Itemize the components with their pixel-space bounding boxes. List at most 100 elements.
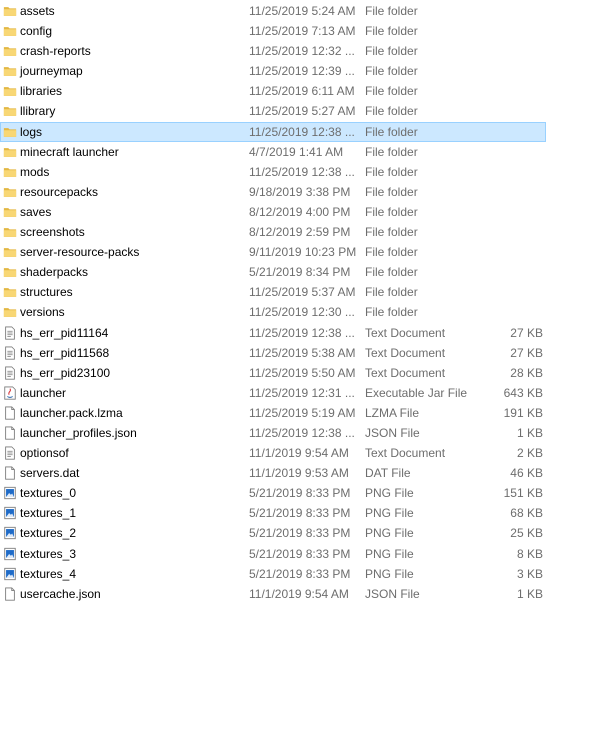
blank-file-icon (3, 466, 17, 480)
file-type: DAT File (365, 466, 411, 481)
file-type: JSON File (365, 425, 420, 440)
file-name: minecraft launcher (20, 144, 119, 159)
file-row[interactable]: resourcepacks 9/18/2019 3:38 PM File fol… (0, 182, 546, 202)
png-image-icon (3, 567, 17, 581)
file-row[interactable]: assets 11/25/2019 5:24 AM File folder (0, 1, 546, 21)
folder-icon (3, 165, 17, 179)
file-date-modified: 5/21/2019 8:33 PM (249, 566, 351, 581)
file-name: servers.dat (20, 466, 80, 481)
file-date-modified: 11/1/2019 9:53 AM (249, 466, 349, 481)
file-size: 1 KB (516, 586, 543, 601)
file-row[interactable]: saves 8/12/2019 4:00 PM File folder (0, 202, 546, 222)
file-name: launcher (20, 385, 67, 400)
file-date-modified: 11/25/2019 12:38 ... (249, 325, 355, 340)
file-size: 46 KB (510, 466, 543, 481)
file-name: versions (20, 305, 65, 320)
file-row[interactable]: config 11/25/2019 7:13 AM File folder (0, 21, 546, 41)
file-row[interactable]: textures_0 5/21/2019 8:33 PM PNG File 15… (0, 483, 546, 503)
file-date-modified: 5/21/2019 8:33 PM (249, 486, 351, 501)
file-row[interactable]: servers.dat 11/1/2019 9:53 AM DAT File 4… (0, 463, 546, 483)
file-row[interactable]: textures_4 5/21/2019 8:33 PM PNG File 3 … (0, 564, 546, 584)
file-date-modified: 11/25/2019 5:19 AM (249, 405, 356, 420)
folder-icon (3, 185, 17, 199)
file-name: config (20, 24, 53, 39)
file-row[interactable]: versions 11/25/2019 12:30 ... File folde… (0, 302, 546, 322)
file-name: logs (20, 124, 43, 139)
file-name: hs_err_pid11164 (20, 325, 109, 340)
file-type: File folder (365, 245, 418, 260)
folder-icon (3, 4, 17, 18)
file-name: assets (20, 4, 55, 18)
file-row[interactable]: launcher_profiles.json 11/25/2019 12:38 … (0, 423, 546, 443)
file-size: 191 KB (503, 405, 543, 420)
file-row[interactable]: usercache.json 11/1/2019 9:54 AM JSON Fi… (0, 584, 546, 604)
file-row[interactable]: optionsof 11/1/2019 9:54 AM Text Documen… (0, 443, 546, 463)
file-date-modified: 11/25/2019 5:24 AM (249, 4, 356, 18)
file-row[interactable]: hs_err_pid11568 11/25/2019 5:38 AM Text … (0, 343, 546, 363)
text-document-icon (3, 446, 17, 460)
file-row[interactable]: libraries 11/25/2019 6:11 AM File folder (0, 81, 546, 101)
file-size: 151 KB (503, 486, 543, 501)
file-type: File folder (365, 44, 418, 59)
file-type: Text Document (365, 446, 446, 461)
file-row[interactable]: minecraft launcher 4/7/2019 1:41 AM File… (0, 142, 546, 162)
file-type: PNG File (365, 506, 414, 521)
folder-icon (3, 24, 17, 38)
folder-icon (3, 125, 17, 139)
file-name: launcher.pack.lzma (20, 405, 123, 420)
file-date-modified: 9/11/2019 10:23 PM (249, 245, 357, 260)
file-row[interactable]: mods 11/25/2019 12:38 ... File folder (0, 162, 546, 182)
file-date-modified: 11/25/2019 7:13 AM (249, 24, 356, 39)
file-type: File folder (365, 144, 418, 159)
file-type: File folder (365, 265, 418, 280)
folder-icon (3, 44, 17, 58)
file-row[interactable]: structures 11/25/2019 5:37 AM File folde… (0, 282, 546, 302)
file-row[interactable]: hs_err_pid23100 11/25/2019 5:50 AM Text … (0, 363, 546, 383)
file-row[interactable]: textures_1 5/21/2019 8:33 PM PNG File 68… (0, 503, 546, 523)
blank-file-icon (3, 587, 17, 601)
file-row[interactable]: hs_err_pid11164 11/25/2019 12:38 ... Tex… (0, 323, 546, 343)
text-document-icon (3, 366, 17, 380)
file-date-modified: 5/21/2019 8:33 PM (249, 546, 351, 561)
file-row[interactable]: llibrary 11/25/2019 5:27 AM File folder (0, 101, 546, 121)
file-date-modified: 11/25/2019 5:38 AM (249, 345, 356, 360)
file-name: shaderpacks (20, 265, 89, 280)
file-name: textures_2 (20, 526, 77, 541)
file-row[interactable]: shaderpacks 5/21/2019 8:34 PM File folde… (0, 262, 546, 282)
file-row[interactable]: launcher 11/25/2019 12:31 ... Executable… (0, 383, 546, 403)
file-size: 2 KB (516, 446, 543, 461)
file-size: 27 KB (510, 345, 543, 360)
file-row[interactable]: textures_2 5/21/2019 8:33 PM PNG File 25… (0, 523, 546, 543)
png-image-icon (3, 547, 17, 561)
file-row[interactable]: logs 11/25/2019 12:38 ... File folder (0, 121, 546, 142)
file-name: textures_4 (20, 566, 77, 581)
file-date-modified: 11/25/2019 6:11 AM (249, 84, 355, 99)
file-date-modified: 5/21/2019 8:33 PM (249, 526, 351, 541)
file-row[interactable]: crash-reports 11/25/2019 12:32 ... File … (0, 41, 546, 61)
file-type: File folder (365, 184, 418, 199)
file-row[interactable]: textures_3 5/21/2019 8:33 PM PNG File 8 … (0, 544, 546, 564)
file-row[interactable]: server-resource-packs 9/11/2019 10:23 PM… (0, 242, 546, 262)
file-type: JSON File (365, 586, 420, 601)
file-type: File folder (365, 84, 418, 99)
file-type: File folder (365, 285, 418, 300)
file-row[interactable]: screenshots 8/12/2019 2:59 PM File folde… (0, 222, 546, 242)
folder-icon (3, 84, 17, 98)
file-size: 643 KB (503, 385, 543, 400)
file-date-modified: 8/12/2019 4:00 PM (249, 204, 351, 219)
file-size: 27 KB (510, 325, 543, 340)
file-size: 28 KB (510, 365, 543, 380)
file-date-modified: 11/25/2019 5:37 AM (249, 285, 356, 300)
folder-icon (3, 285, 17, 299)
file-name: launcher_profiles.json (20, 425, 137, 440)
file-row[interactable]: journeymap 11/25/2019 12:39 ... File fol… (0, 61, 546, 81)
file-row[interactable]: launcher.pack.lzma 11/25/2019 5:19 AM LZ… (0, 403, 546, 423)
png-image-icon (3, 486, 17, 500)
file-type: File folder (365, 124, 418, 139)
file-date-modified: 4/7/2019 1:41 AM (249, 144, 344, 159)
file-name: mods (20, 164, 50, 179)
folder-icon (3, 104, 17, 118)
file-name: crash-reports (20, 44, 91, 59)
file-size: 25 KB (510, 526, 543, 541)
file-type: LZMA File (365, 405, 420, 420)
